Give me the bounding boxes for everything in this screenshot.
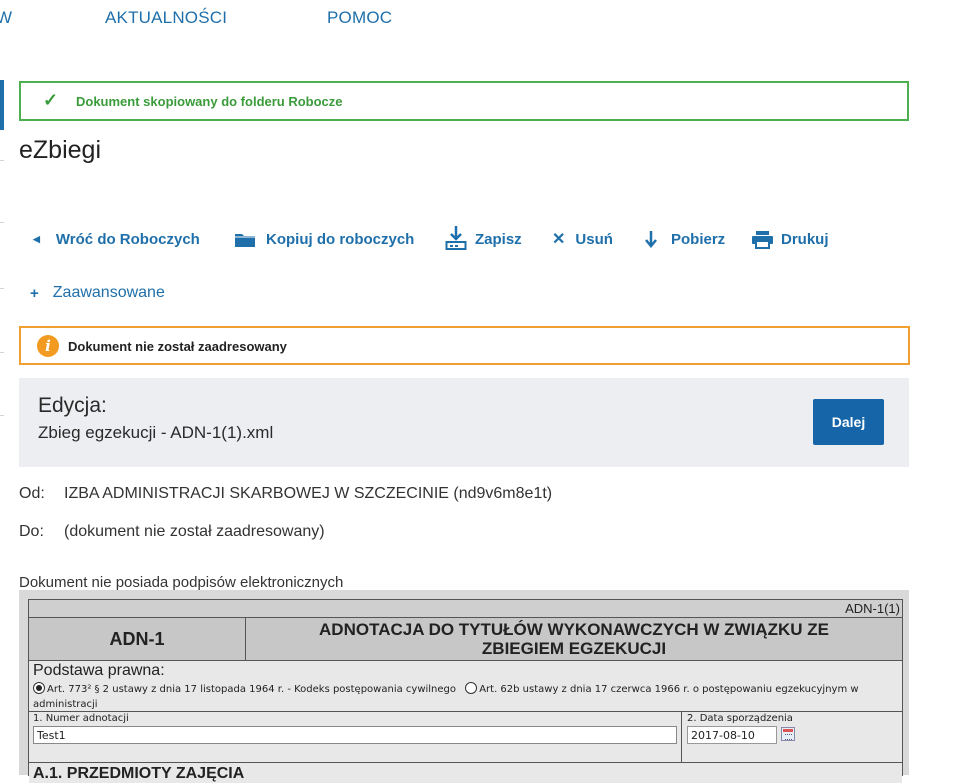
legal-basis-option-1: Art. 773² § 2 ustawy z dnia 17 listopada… — [47, 684, 457, 695]
delete-label: Usuń — [575, 230, 613, 248]
copy-label: Kopiuj do roboczych — [266, 230, 415, 248]
warning-message: Dokument nie został zaadresowany — [68, 339, 287, 354]
delete-button[interactable]: ✕ Usuń — [552, 229, 613, 249]
plus-icon: + — [30, 284, 39, 302]
from-value: IZBA ADMINISTRACJI SKARBOWEJ W SZCZECINI… — [64, 485, 553, 502]
checkmark-icon: ✓ — [43, 90, 59, 110]
annotation-number-label: 1. Numer adnotacji — [33, 713, 129, 724]
download-button[interactable]: Pobierz — [645, 229, 725, 249]
sidebar-divider — [0, 222, 4, 223]
sidebar-divider — [0, 288, 4, 289]
sidebar-divider — [0, 352, 4, 353]
sidebar-divider — [0, 415, 4, 416]
form-title-line2: ZBIEGIEM EGZEKUCJI — [481, 639, 667, 658]
from-label: Od: — [19, 485, 45, 502]
form-document: ADN-1(1) ADN-1 ADNOTACJA DO TYTUŁÓW WYKO… — [28, 599, 903, 783]
save-label: Zapisz — [475, 230, 522, 248]
back-label: Wróć do Roboczych — [55, 230, 200, 248]
copy-to-drafts-button[interactable]: Kopiuj do roboczych — [234, 229, 414, 249]
to-row: Do: (dokument nie został zaadresowany) — [19, 523, 325, 541]
print-label: Drukuj — [781, 230, 829, 248]
calendar-icon[interactable] — [781, 727, 795, 741]
section-a1-title: A.1. PRZEDMIOTY ZAJĘCIA — [33, 765, 245, 782]
form-symbol-cell: ADN-1 — [29, 617, 246, 661]
from-row: Od: IZBA ADMINISTRACJI SKARBOWEJ W SZCZEC… — [19, 485, 552, 503]
back-to-drafts-button[interactable]: ◀ Wróć do Roboczych — [33, 229, 200, 249]
legal-basis-section: Podstawa prawna: Art. 773² § 2 ustawy z … — [29, 660, 902, 711]
nav-item-partial[interactable]: W — [0, 8, 12, 28]
sidebar-active-indicator — [0, 80, 4, 130]
warning-notification: i Dokument nie został zaadresowany — [19, 326, 910, 365]
success-notification: ✓ Dokument skopiowany do folderu Robocze — [19, 81, 909, 121]
page-title: eZbiegi — [19, 136, 101, 164]
annotation-number-cell: 1. Numer adnotacji — [29, 712, 682, 762]
date-input[interactable] — [687, 726, 777, 744]
folder-icon — [234, 231, 256, 248]
edit-heading: Edycja: — [38, 394, 107, 417]
form-title-line1: ADNOTACJA DO TYTUŁÓW WYKONAWCZYCH W ZWIĄ… — [319, 620, 829, 639]
to-label: Do: — [19, 523, 44, 540]
to-value: (dokument nie został zaadresowany) — [64, 523, 325, 540]
legal-basis-radio-1[interactable] — [33, 682, 45, 694]
form-symbol: ADN-1 — [109, 629, 165, 649]
signatures-status: Dokument nie posiada podpisów elektronic… — [19, 574, 344, 591]
edit-filename: Zbieg egzekucji - ADN-1(1).xml — [38, 423, 274, 442]
edit-panel: Edycja: Zbieg egzekucji - ADN-1(1).xml D… — [19, 378, 909, 467]
save-icon — [445, 226, 467, 251]
next-button[interactable]: Dalej — [813, 399, 884, 445]
sidebar-divider — [0, 160, 4, 161]
advanced-toggle[interactable]: + Zaawansowane — [30, 284, 165, 302]
legal-basis-radio-2[interactable] — [465, 682, 478, 694]
section-a1-header: A.1. PRZEDMIOTY ZAJĘCIA — [29, 762, 902, 783]
success-message: Dokument skopiowany do folderu Robocze — [76, 94, 343, 109]
form-viewer: ADN-1(1) ADN-1 ADNOTACJA DO TYTUŁÓW WYKO… — [19, 590, 909, 783]
printer-icon — [751, 230, 774, 249]
save-button[interactable]: Zapisz — [445, 226, 522, 251]
date-label: 2. Data sporządzenia — [687, 713, 793, 724]
close-icon: ✕ — [552, 231, 566, 248]
print-button[interactable]: Drukuj — [751, 229, 829, 249]
legal-basis-options: Art. 773² § 2 ustawy z dnia 17 listopada… — [33, 682, 893, 712]
annotation-number-input[interactable] — [33, 726, 677, 744]
nav-item-aktualnosci[interactable]: AKTUALNOŚCI — [105, 8, 227, 28]
caret-left-icon: ◀ — [33, 233, 40, 244]
arrow-down-icon — [645, 230, 657, 248]
advanced-label: Zaawansowane — [52, 284, 165, 301]
form-title-cell: ADNOTACJA DO TYTUŁÓW WYKONAWCZYCH W ZWIĄ… — [246, 617, 902, 661]
download-label: Pobierz — [671, 230, 726, 248]
form-code: ADN-1(1) — [845, 601, 900, 616]
info-icon: i — [37, 335, 59, 357]
nav-item-pomoc[interactable]: POMOC — [327, 8, 392, 28]
legal-basis-label: Podstawa prawna: — [33, 662, 165, 679]
fields-row: 1. Numer adnotacji 2. Data sporządzenia — [29, 711, 902, 762]
